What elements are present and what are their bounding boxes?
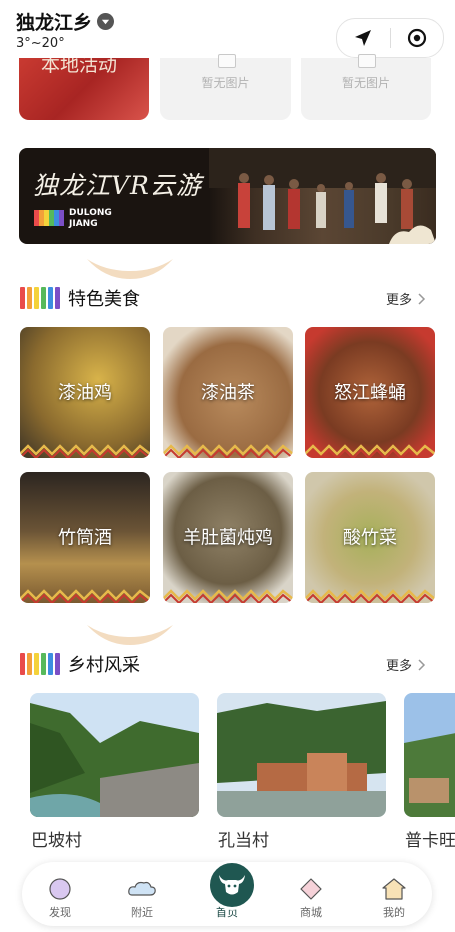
village-photo [217, 693, 386, 817]
zigzag-border [163, 589, 293, 603]
food-card[interactable]: 竹筒酒 [20, 472, 150, 603]
placeholder-card[interactable]: 暂无图片 [160, 54, 291, 120]
food-section-header: 特色美食 [20, 285, 140, 311]
target-button[interactable] [391, 19, 444, 57]
miniapp-capsule [336, 18, 444, 58]
section-title: 乡村风采 [68, 655, 140, 676]
location-arrow-icon [355, 30, 372, 46]
no-image-text: 暂无图片 [201, 76, 250, 90]
placeholder-card[interactable]: 暂无图片 [301, 54, 431, 120]
tab-nearby[interactable]: 附近 [107, 862, 177, 926]
no-image-text: 暂无图片 [341, 76, 390, 90]
village-more-link[interactable]: 更多 [386, 655, 426, 674]
food-label: 漆油茶 [201, 382, 255, 404]
banner-sub-line2: JIANG [69, 219, 98, 229]
zigzag-border [163, 444, 293, 458]
food-card[interactable]: 怒江蜂蛹 [305, 327, 435, 458]
vr-tour-banner[interactable]: 独龙江VR云游 DULONG JIANG [19, 148, 436, 244]
zigzag-border [20, 589, 150, 603]
rainbow-stripes-icon [20, 653, 60, 675]
chevron-right-icon [418, 292, 426, 305]
horn-ornament [87, 259, 173, 279]
food-card[interactable]: 羊肚菌炖鸡 [163, 472, 293, 603]
rainbow-logo [34, 210, 64, 226]
food-card[interactable]: 漆油鸡 [20, 327, 150, 458]
section-title: 特色美食 [68, 289, 140, 310]
banner-subtitle: DULONG JIANG [69, 208, 112, 230]
tab-label: 发现 [49, 906, 71, 919]
weather-icon[interactable] [97, 13, 115, 30]
horn-ornament [87, 625, 173, 645]
location-button[interactable] [337, 19, 390, 57]
village-name: 孔当村 [218, 831, 269, 851]
village-section-header: 乡村风采 [20, 651, 140, 677]
food-label: 酸竹菜 [343, 527, 397, 549]
discover-icon [49, 878, 71, 900]
banner-title: 独龙江VR云游 [33, 171, 202, 200]
village-name: 巴坡村 [31, 831, 82, 851]
nearby-cloud-icon [128, 881, 156, 896]
rainbow-stripes-icon [20, 287, 60, 309]
temperature-range: 3°~20° [16, 36, 65, 51]
target-icon [407, 28, 426, 48]
village-card[interactable] [30, 693, 199, 817]
food-label: 怒江蜂蛹 [334, 382, 406, 404]
village-name: 普卡旺 [405, 831, 455, 851]
food-label: 竹筒酒 [58, 527, 112, 549]
tab-label: 商城 [300, 906, 322, 919]
home-ox-icon [219, 875, 245, 895]
town-name: 独龙江乡 [16, 12, 93, 34]
zigzag-border [305, 589, 435, 603]
food-card[interactable]: 漆油茶 [163, 327, 293, 458]
more-label: 更多 [386, 659, 413, 674]
village-photo [404, 693, 455, 817]
page-title: 独龙江乡 [16, 8, 115, 35]
more-label: 更多 [386, 293, 413, 308]
food-more-link[interactable]: 更多 [386, 289, 426, 308]
tab-profile[interactable]: 我的 [359, 862, 429, 926]
no-image-icon [217, 54, 236, 68]
tab-label: 附近 [131, 906, 153, 919]
zigzag-border [20, 444, 150, 458]
food-card[interactable]: 酸竹菜 [305, 472, 435, 603]
food-label: 漆油鸡 [58, 382, 112, 404]
profile-house-icon [382, 878, 406, 900]
local-activity-card[interactable]: 本地活动 [19, 58, 149, 120]
banner-sub-line1: DULONG [69, 208, 112, 218]
food-label: 羊肚菌炖鸡 [183, 527, 273, 549]
village-card[interactable] [217, 693, 386, 817]
villagers-photo [209, 148, 436, 244]
chevron-right-icon [418, 658, 426, 671]
tab-label: 我的 [383, 906, 405, 919]
tab-mall[interactable]: 商城 [276, 862, 346, 926]
village-photo [30, 693, 199, 817]
village-card[interactable] [404, 693, 455, 817]
zigzag-border [305, 444, 435, 458]
tab-discover[interactable]: 发现 [25, 862, 95, 926]
mall-icon [300, 878, 322, 900]
home-ox-button[interactable] [207, 860, 257, 910]
card-title: 本地活动 [41, 58, 118, 76]
no-image-icon [358, 54, 376, 68]
